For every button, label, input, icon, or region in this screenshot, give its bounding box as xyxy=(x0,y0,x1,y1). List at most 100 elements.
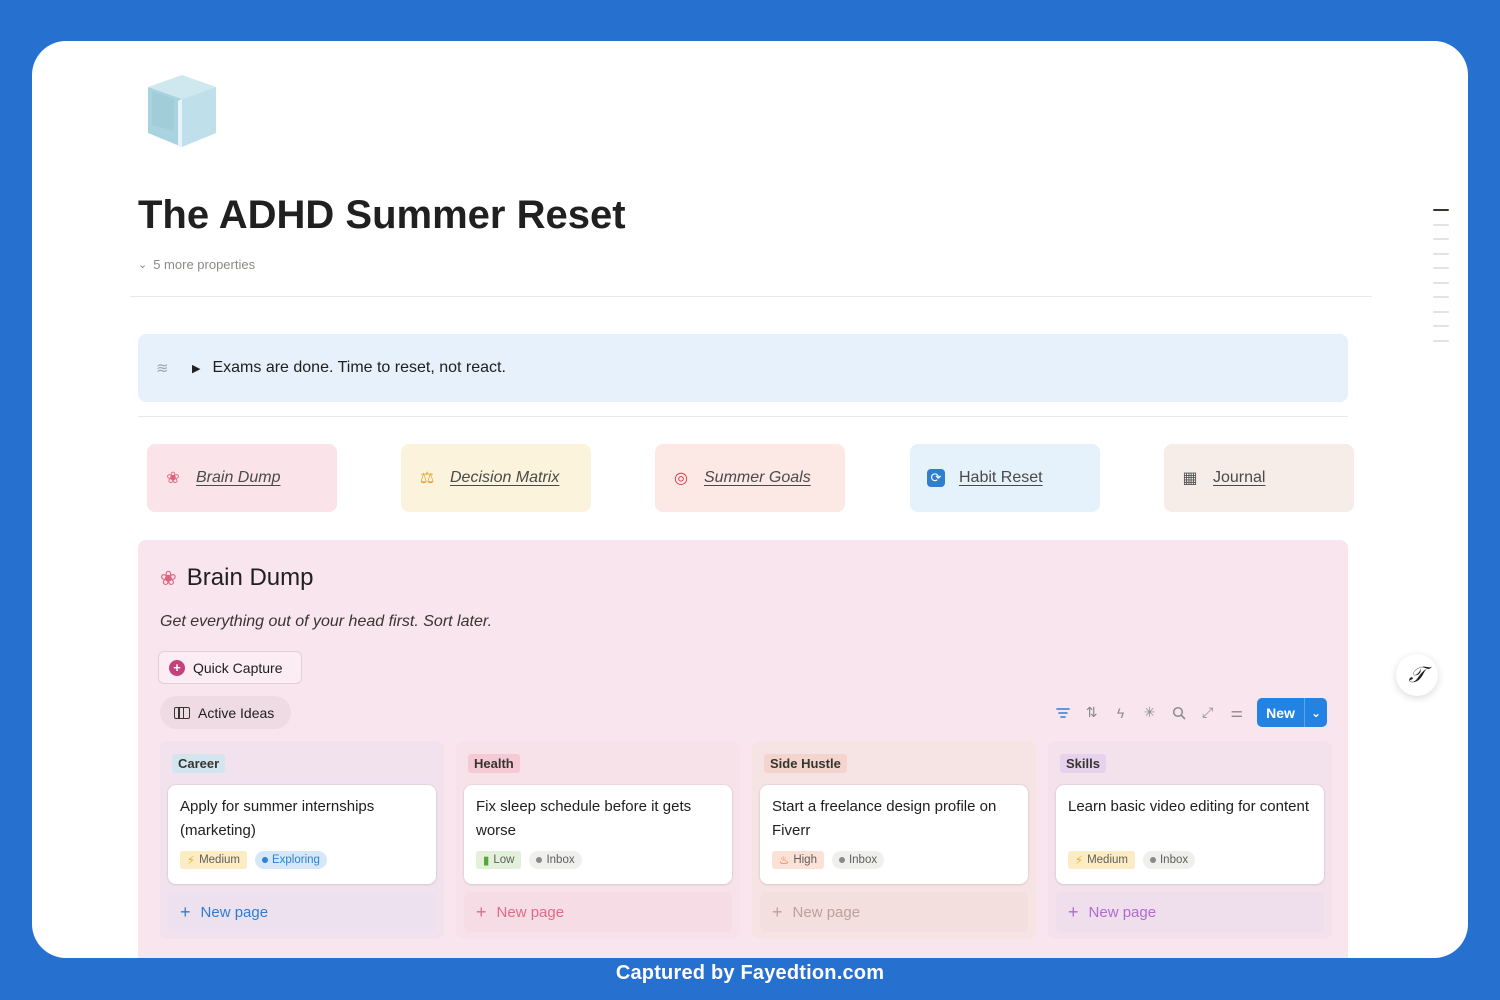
divider xyxy=(130,296,1372,297)
group-tag: Health xyxy=(468,754,520,773)
card-title: Learn basic video editing for content xyxy=(1068,798,1309,815)
new-page-button[interactable]: + New page xyxy=(168,892,436,932)
toc-marker[interactable] xyxy=(1433,238,1449,240)
priority-chip: ♨ High xyxy=(772,851,824,869)
sort-icon[interactable]: ⇅ xyxy=(1077,699,1106,727)
nav-tile-brain-dump[interactable]: ❀ Brain Dump xyxy=(147,444,337,512)
board-card[interactable]: Learn basic video editing for content ⚡ … xyxy=(1056,785,1324,884)
board-column-health: Health Fix sleep schedule before it gets… xyxy=(456,741,740,939)
target-icon: ◎ xyxy=(674,470,688,487)
card-tags: ⚡ Medium Inbox xyxy=(1068,851,1196,869)
priority-chip: ⚡ Medium xyxy=(1068,851,1135,869)
status-chip: Inbox xyxy=(529,851,582,869)
priority-chip: ▮ Low xyxy=(476,851,522,869)
new-page-label: New page xyxy=(200,903,269,921)
group-tag: Side Hustle xyxy=(764,754,847,773)
new-button[interactable]: New xyxy=(1257,705,1304,721)
group-tag: Skills xyxy=(1060,754,1106,773)
toc-marker[interactable] xyxy=(1433,325,1449,327)
nav-tile-decision-matrix[interactable]: ⚖ Decision Matrix xyxy=(401,444,591,512)
section-heading: ❀ Brain Dump xyxy=(160,564,313,592)
ice-cube-icon xyxy=(148,75,216,147)
card-tags: ⚡ Medium Exploring xyxy=(180,851,327,869)
new-page-button[interactable]: + New page xyxy=(760,892,1028,932)
settings-sliders-icon[interactable]: ⚌ xyxy=(1222,699,1251,727)
nav-tile-journal[interactable]: ▦ Journal xyxy=(1164,444,1354,512)
card-title: Fix sleep schedule before it gets worse xyxy=(476,798,692,839)
chevron-down-icon[interactable]: ⌄ xyxy=(1303,698,1327,727)
notion-ai-icon[interactable]: 𝒯 xyxy=(1396,654,1438,696)
nav-tile-label: Brain Dump xyxy=(196,469,281,486)
status-dot xyxy=(838,857,845,863)
status-label: Inbox xyxy=(848,854,878,866)
filter-icon[interactable] xyxy=(1048,699,1077,727)
more-properties-label: 5 more properties xyxy=(153,257,256,272)
new-page-label: New page xyxy=(496,903,565,921)
group-tag: Career xyxy=(172,754,226,773)
more-properties-toggle[interactable]: ⌄ 5 more properties xyxy=(138,257,255,272)
nav-tile-label: Habit Reset xyxy=(959,469,1043,486)
quick-capture-button[interactable]: + Quick Capture xyxy=(158,651,302,684)
nav-tile-label: Journal xyxy=(1213,469,1266,486)
battery-low-icon: ▮ xyxy=(483,855,490,867)
toc-marker[interactable] xyxy=(1433,267,1449,269)
section-title: Brain Dump xyxy=(186,564,314,591)
status-chip: Exploring xyxy=(254,851,327,869)
priority-label: Medium xyxy=(1087,854,1128,866)
toc-marker[interactable] xyxy=(1433,252,1449,255)
view-tab-active-ideas[interactable]: Active Ideas xyxy=(160,696,291,729)
toc-marker[interactable] xyxy=(1433,223,1449,226)
section-subtitle: Get everything out of your head first. S… xyxy=(160,613,493,630)
quick-capture-label: Quick Capture xyxy=(193,659,283,676)
nav-tile-habit-reset[interactable]: ⟳ Habit Reset xyxy=(910,444,1100,512)
status-chip: Inbox xyxy=(831,851,885,869)
board-column-side-hustle: Side Hustle Start a freelance design pro… xyxy=(752,741,1036,939)
board-column-skills: Skills Learn basic video editing for con… xyxy=(1048,741,1332,939)
expand-icon[interactable]: ⤢ xyxy=(1193,699,1222,727)
new-page-button[interactable]: + New page xyxy=(464,892,732,932)
automation-icon[interactable]: ϟ xyxy=(1106,699,1135,727)
toc-marker[interactable] xyxy=(1433,281,1449,284)
footer-caption: Captured by Fayedtion.com xyxy=(615,962,885,984)
status-dot xyxy=(1149,857,1156,863)
wind-icon: ≋ xyxy=(156,360,169,377)
sparkle-icon[interactable]: ✳ xyxy=(1135,699,1164,727)
status-label: Exploring xyxy=(271,854,320,866)
priority-label: High xyxy=(793,854,817,866)
board-card[interactable]: Start a freelance design profile on Five… xyxy=(760,785,1028,884)
status-dot xyxy=(536,857,543,863)
new-page-label: New page xyxy=(1088,903,1157,921)
toc-marker[interactable] xyxy=(1433,209,1449,211)
nav-tile-label: Decision Matrix xyxy=(450,469,560,486)
fire-icon: ♨ xyxy=(779,855,790,867)
new-button-group: New ⌄ xyxy=(1257,698,1327,727)
table-of-contents-markers[interactable] xyxy=(1433,209,1449,354)
view-tab-label: Active Ideas xyxy=(198,704,275,721)
divider xyxy=(138,416,1348,417)
toc-marker[interactable] xyxy=(1433,310,1449,313)
brain-icon: ❀ xyxy=(160,567,177,590)
page-frame: The ADHD Summer Reset ⌄ 5 more propertie… xyxy=(32,41,1468,958)
nav-tile-summer-goals[interactable]: ◎ Summer Goals xyxy=(655,444,845,512)
search-icon[interactable] xyxy=(1164,699,1193,727)
card-tags: ▮ Low Inbox xyxy=(476,851,582,869)
status-chip: Inbox xyxy=(1142,851,1196,869)
toc-marker[interactable] xyxy=(1433,339,1449,342)
priority-label: Medium xyxy=(199,854,240,866)
board-card[interactable]: Fix sleep schedule before it gets worse … xyxy=(464,785,732,884)
status-dot xyxy=(261,857,268,863)
lightning-icon: ⚡ xyxy=(1075,855,1084,867)
status-label: Inbox xyxy=(546,854,575,866)
nav-tile-label: Summer Goals xyxy=(704,469,811,486)
plus-icon: + xyxy=(180,901,191,922)
chevron-down-icon: ⌄ xyxy=(138,259,148,271)
board-card[interactable]: Apply for summer internships (marketing)… xyxy=(168,785,436,884)
database-toolbar: ⇅ ϟ ✳ ⤢ ⚌ New ⌄ xyxy=(1048,698,1327,727)
plus-icon: + xyxy=(476,901,487,922)
card-title: Apply for summer internships (marketing) xyxy=(180,798,375,839)
status-label: Inbox xyxy=(1159,854,1189,866)
plus-icon: + xyxy=(1068,901,1079,922)
new-page-button[interactable]: + New page xyxy=(1056,892,1324,932)
toc-marker[interactable] xyxy=(1433,296,1449,298)
toggle-triangle-icon[interactable]: ▶ xyxy=(192,362,200,375)
